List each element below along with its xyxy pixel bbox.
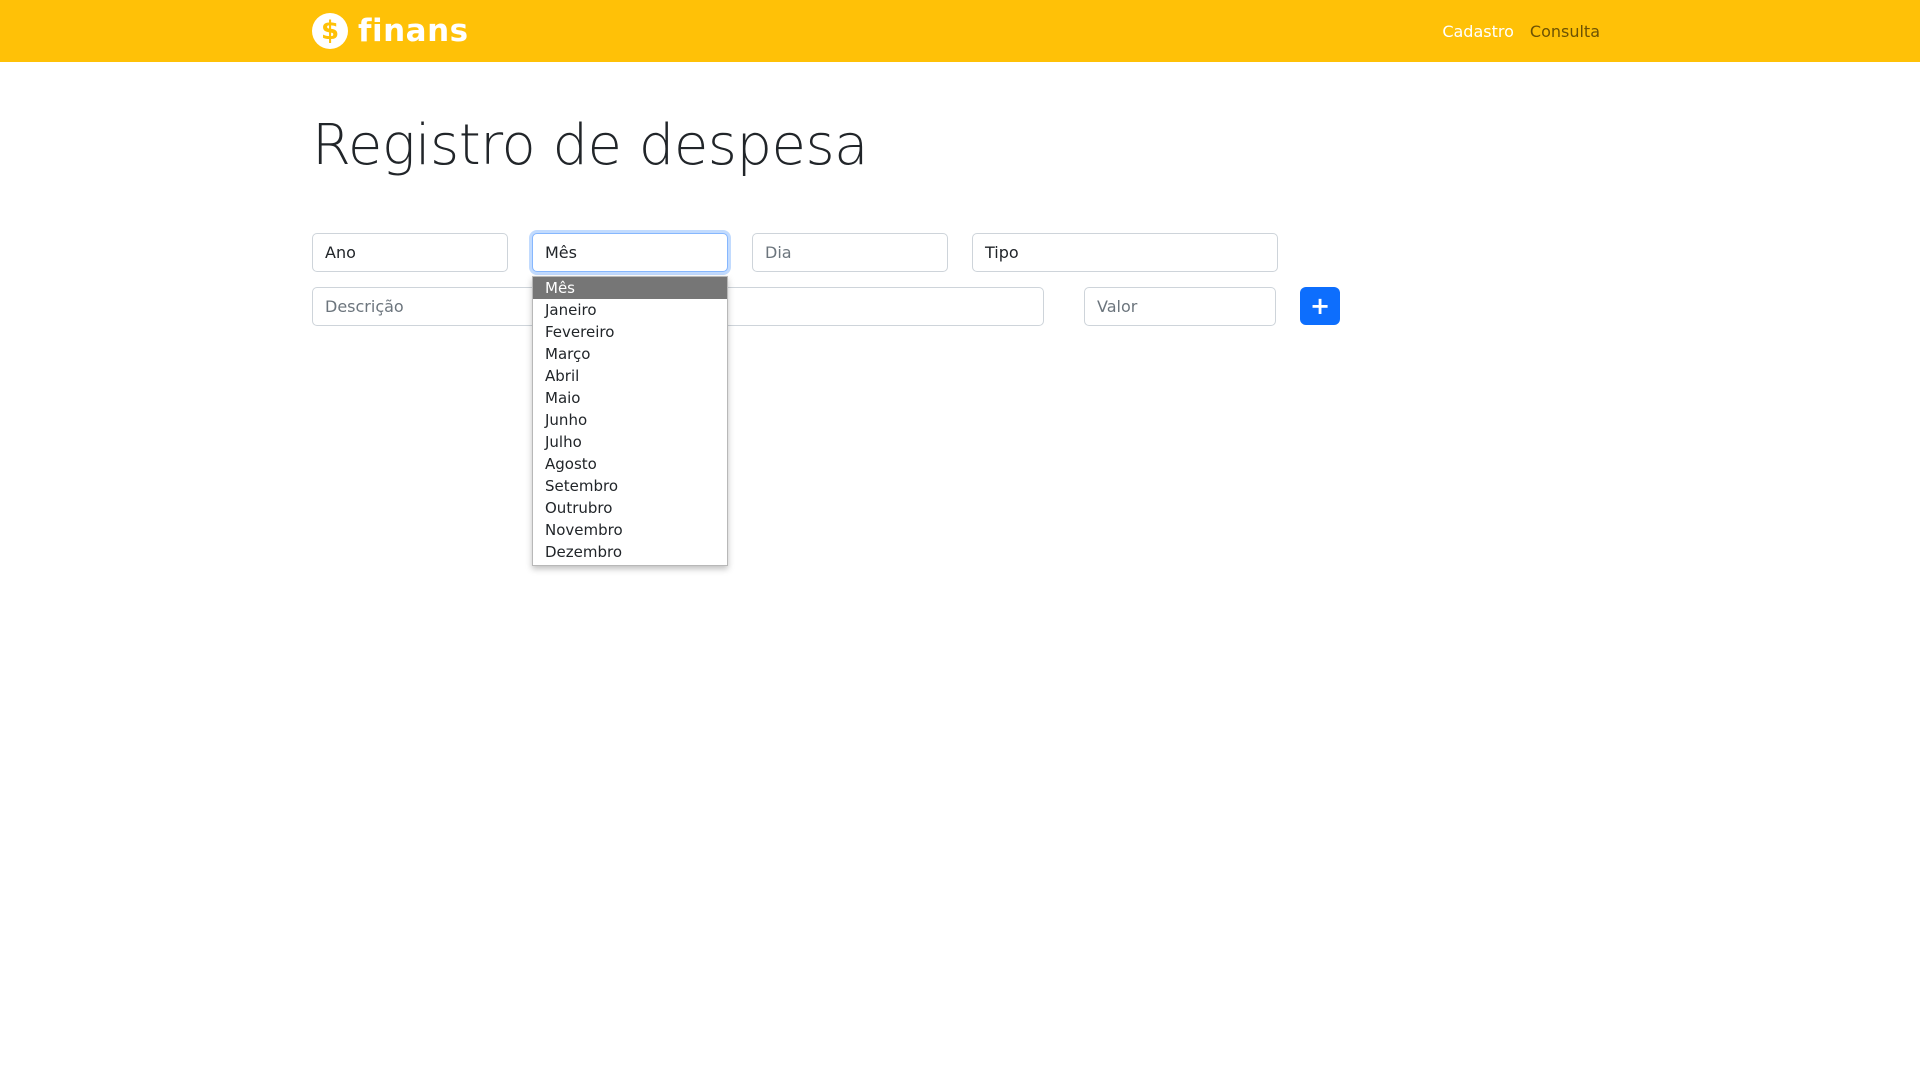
month-option[interactable]: Maio <box>533 387 727 409</box>
month-option[interactable]: Outrubro <box>533 497 727 519</box>
nav-links: Cadastro Consulta <box>1426 0 1600 62</box>
month-option[interactable]: Março <box>533 343 727 365</box>
valor-input[interactable]: Valor <box>1084 287 1276 326</box>
month-option[interactable]: Julho <box>533 431 727 453</box>
brand-logo-link[interactable]: $ finans <box>312 13 469 49</box>
dollar-circle-icon: $ <box>312 13 348 49</box>
month-option[interactable]: Janeiro <box>533 299 727 321</box>
month-option[interactable]: Fevereiro <box>533 321 727 343</box>
add-expense-button[interactable]: + <box>1300 287 1340 325</box>
month-option[interactable]: Abril <box>533 365 727 387</box>
month-dropdown-list: Mês Janeiro Fevereiro Março Abril Maio J… <box>532 276 728 566</box>
brand-name: finans <box>358 13 469 49</box>
month-option[interactable]: Novembro <box>533 519 727 541</box>
ano-select[interactable]: Ano <box>312 233 508 272</box>
month-option[interactable]: Dezembro <box>533 541 727 563</box>
month-option[interactable]: Agosto <box>533 453 727 475</box>
dia-input[interactable]: Dia <box>752 233 948 272</box>
nav-link-cadastro[interactable]: Cadastro <box>1442 22 1514 41</box>
nav-link-consulta[interactable]: Consulta <box>1530 22 1600 41</box>
tipo-select[interactable]: Tipo <box>972 233 1278 272</box>
top-navbar: $ finans Cadastro Consulta <box>0 0 1920 62</box>
page-title: Registro de despesa <box>312 113 868 178</box>
month-option[interactable]: Mês <box>533 277 727 299</box>
month-option[interactable]: Setembro <box>533 475 727 497</box>
mes-select[interactable]: Mês <box>532 233 728 272</box>
month-option[interactable]: Junho <box>533 409 727 431</box>
plus-icon: + <box>1309 292 1331 320</box>
